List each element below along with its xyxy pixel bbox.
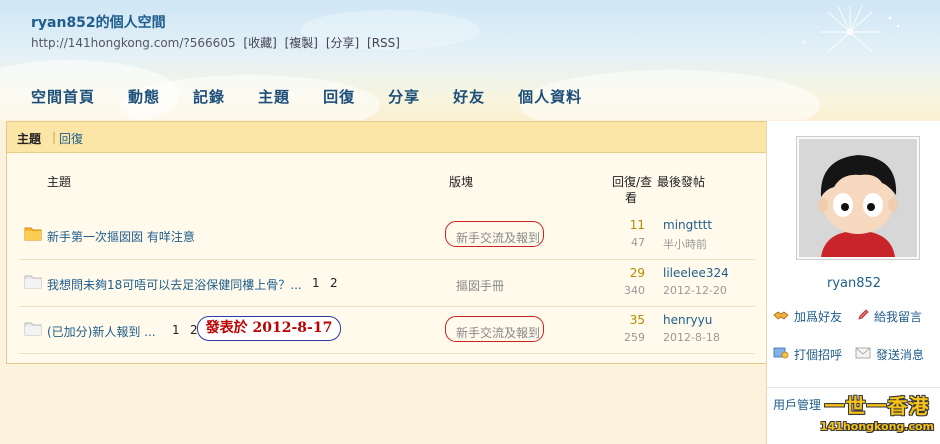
space-nav: 空間首頁 動態 記錄 主題 回復 分享 好友 個人資料 [31, 86, 615, 107]
nav-replies[interactable]: 回復 [323, 86, 355, 107]
space-title[interactable]: ryan852的個人空間 [31, 12, 166, 32]
send-message-label: 發送消息 [876, 348, 925, 362]
nav-activity[interactable]: 動態 [128, 86, 160, 107]
tab-replies[interactable]: 回復 [59, 130, 83, 147]
folder-hot-icon [24, 227, 42, 241]
divider [767, 387, 940, 388]
nav-profile[interactable]: 個人資料 [518, 86, 582, 107]
watermark-sub: 141hongkong.com [819, 420, 935, 433]
space-url-bar: http://141hongkong.com/?566605 [收藏] [複製]… [31, 34, 404, 51]
space-header: ryan852的個人空間 http://141hongkong.com/?566… [0, 0, 940, 120]
thread-views: 47 [631, 236, 645, 249]
thread-forum[interactable]: 新手交流及報到 [456, 229, 540, 246]
greet-label: 打個招呼 [794, 348, 843, 362]
handshake-icon [773, 309, 789, 324]
last-post-time: 2012-8-18 [663, 331, 720, 344]
watermark-main: 一世一香港 [824, 394, 930, 418]
avatar[interactable] [796, 136, 920, 260]
add-friend-label: 加爲好友 [794, 310, 843, 324]
avatar-image [799, 139, 917, 257]
dandelion-icon [802, 5, 900, 53]
thread-replies: 29 [629, 266, 645, 280]
page-link-1[interactable]: 1 [312, 276, 320, 290]
header-forum: 版塊 [449, 175, 474, 189]
nav-space-home[interactable]: 空間首頁 [31, 86, 95, 107]
thread-replies: 35 [629, 313, 645, 327]
thread-title[interactable]: 我想問未夠18可唔可以去足浴保健同樓上骨？... [47, 276, 302, 293]
thread-forum[interactable]: 摳囡手冊 [456, 277, 504, 294]
threads-panel: 主題 | 回復 主題 版塊 回復/查 看 最後發帖 新手第一次摳囡囡 有咩注意 … [6, 121, 767, 364]
tab-threads[interactable]: 主題 [17, 130, 41, 147]
space-url[interactable]: http://141hongkong.com/?566605 [31, 36, 236, 50]
folder-icon [24, 275, 42, 289]
pencil-icon [857, 309, 869, 324]
envelope-icon [855, 347, 871, 362]
nav-friends[interactable]: 好友 [453, 86, 485, 107]
nav-records[interactable]: 記錄 [193, 86, 225, 107]
header-replies-views: 回復/查 [612, 175, 653, 189]
tab-separator: | [52, 130, 57, 144]
folder-icon [24, 322, 42, 336]
add-friend-link[interactable]: 加爲好友 [773, 308, 842, 325]
post-date-annotation: 發表於 2012-8-17 [197, 316, 341, 341]
leave-message-label: 給我留言 [874, 310, 923, 324]
bookmark-link[interactable]: [收藏] [243, 36, 276, 50]
share-link[interactable]: [分享] [326, 36, 359, 50]
page-link-2[interactable]: 2 [330, 276, 338, 290]
last-post-user[interactable]: lileelee324 [663, 266, 729, 280]
last-post-time: 半小時前 [663, 238, 707, 251]
leave-message-link[interactable]: 給我留言 [857, 308, 922, 325]
thread-title[interactable]: 新手第一次摳囡囡 有咩注意 [47, 228, 195, 245]
copy-link[interactable]: [複製] [285, 36, 318, 50]
greet-link[interactable]: 打個招呼 [773, 346, 842, 363]
site-watermark: 一世一香港 141hongkong.com [814, 394, 940, 444]
thread-title[interactable]: (已加分)新人報到 ... [47, 323, 156, 340]
nav-shares[interactable]: 分享 [388, 86, 420, 107]
last-post-user[interactable]: mingtttt [663, 218, 712, 232]
rss-link[interactable]: [RSS] [367, 36, 400, 50]
last-post-user[interactable]: henryyu [663, 313, 712, 327]
greet-icon [773, 346, 789, 363]
header-replies-views-cont: 看 [625, 191, 638, 205]
thread-replies: 11 [629, 218, 645, 232]
cartoon-avatar-icon [799, 139, 917, 257]
send-message-link[interactable]: 發送消息 [855, 346, 924, 363]
header-subject: 主題 [47, 175, 72, 189]
header-last-post: 最後發帖 [657, 175, 706, 189]
table-row: 我想問未夠18可唔可以去足浴保健同樓上骨？... 1 2 摳囡手冊 29 340… [19, 259, 755, 306]
thread-views: 340 [624, 284, 645, 297]
profile-username[interactable]: ryan852 [767, 276, 940, 291]
tab-bar: 主題 | 回復 [7, 122, 766, 153]
thread-views: 259 [624, 331, 645, 344]
thread-forum[interactable]: 新手交流及報到 [456, 324, 540, 341]
page-link-1[interactable]: 1 [172, 323, 180, 337]
table-row: 新手第一次摳囡囡 有咩注意 新手交流及報到 11 47 mingtttt 半小時… [19, 212, 755, 258]
nav-threads[interactable]: 主題 [258, 86, 290, 107]
last-post-time: 2012-12-20 [663, 284, 727, 297]
table-row: (已加分)新人報到 ... 1 2 新手交流及報到 35 259 henryyu… [19, 306, 755, 354]
